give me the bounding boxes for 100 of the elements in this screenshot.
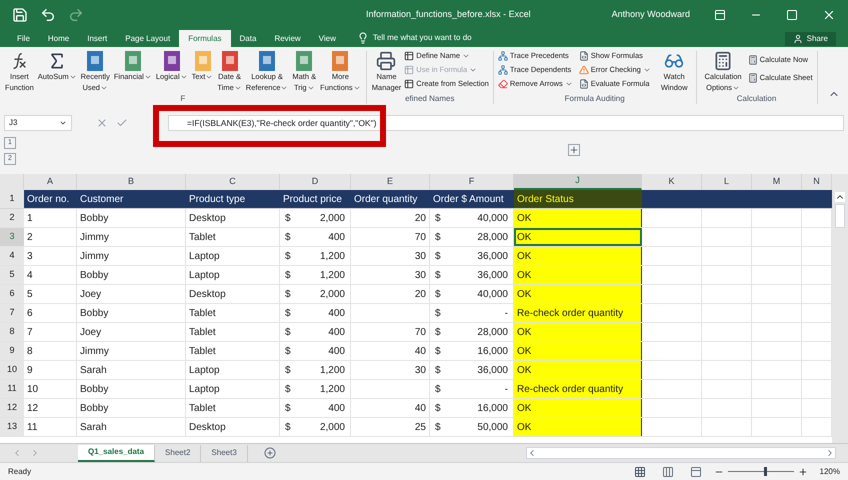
table-cell: Sarah: [77, 418, 186, 436]
status-cell[interactable]: OK: [514, 361, 642, 379]
table-cell: Laptop: [186, 361, 280, 379]
column-header[interactable]: J: [514, 174, 642, 190]
ribbon-tab[interactable]: Data: [230, 30, 266, 47]
enter-icon[interactable]: [116, 117, 128, 129]
currency-sign: $: [435, 420, 441, 434]
row-header[interactable]: 6: [0, 285, 24, 303]
table-cell: Desktop: [186, 285, 280, 303]
currency-sign: $: [435, 364, 441, 378]
currency-sign: $: [285, 306, 291, 320]
row-header[interactable]: 11: [0, 380, 24, 398]
status-cell[interactable]: OK: [514, 228, 642, 246]
close-icon[interactable]: [822, 8, 836, 22]
page-layout-view-icon[interactable]: [662, 466, 674, 478]
vertical-scrollbar[interactable]: [832, 174, 848, 443]
scroll-up-icon[interactable]: [835, 192, 845, 202]
row-header[interactable]: 1: [0, 190, 24, 208]
table-cell-text: 400: [328, 402, 345, 416]
table-cell-text: 20: [414, 288, 426, 302]
maximize-icon[interactable]: [786, 9, 798, 21]
ribbon-tab[interactable]: File: [8, 30, 39, 47]
row-header[interactable]: 3: [0, 228, 24, 246]
currency-sign: $: [435, 268, 441, 282]
table-cell: Bobby: [77, 399, 186, 417]
currency-sign: $: [285, 364, 291, 378]
row-header[interactable]: 13: [0, 418, 24, 436]
table-cell: Tablet: [186, 304, 280, 322]
table-cell: Bobby: [77, 266, 186, 284]
status-cell[interactable]: OK: [514, 399, 642, 417]
row-header[interactable]: 12: [0, 399, 24, 417]
zoom-in-icon[interactable]: [798, 466, 808, 476]
expand-icon[interactable]: [568, 144, 580, 156]
status-cell[interactable]: Re-check order quantity: [514, 380, 642, 398]
currency-sign: $: [435, 230, 441, 244]
ribbon-tab[interactable]: Page Layout: [116, 30, 180, 47]
ribbon-tab[interactable]: Insert: [78, 30, 116, 47]
table-cell-text: 1,200: [320, 364, 345, 378]
status-cell[interactable]: OK: [514, 323, 642, 341]
row-header[interactable]: 8: [0, 323, 24, 341]
row-header[interactable]: 7: [0, 304, 24, 322]
scroll-thumb[interactable]: [835, 204, 845, 228]
table-cell-text: 40,000: [477, 212, 508, 226]
status-cell[interactable]: OK: [514, 342, 642, 360]
cancel-icon[interactable]: [96, 117, 108, 129]
table-cell-text: 2,000: [320, 420, 345, 434]
caret-icon: [100, 84, 108, 92]
row-header[interactable]: 2: [0, 209, 24, 227]
table-cell-text: 70: [414, 326, 426, 340]
user-name: Anthony Woodward: [612, 8, 690, 22]
table-cell-text: 40: [414, 402, 426, 416]
zoom-thumb[interactable]: [764, 467, 767, 476]
status-cell[interactable]: Re-check order quantity: [514, 304, 642, 322]
status-cell[interactable]: OK: [514, 209, 642, 227]
table-cell-text: -: [504, 382, 508, 396]
ribbon-tab[interactable]: Home: [38, 30, 78, 47]
group-label: efined Names: [405, 94, 454, 104]
ribbon-tab[interactable]: Formulas: [179, 30, 231, 47]
table-cell: 2: [24, 228, 77, 246]
currency-sign: $: [285, 402, 291, 416]
table-cell-text: 36,000: [477, 364, 508, 378]
ribbon-tab[interactable]: Review: [265, 30, 310, 47]
table-cell-text: 400: [328, 344, 345, 358]
table-cell-text: 400: [328, 306, 345, 320]
table-cell-text: 30: [414, 364, 426, 378]
table-icon: [404, 79, 414, 89]
table-cell-text: 40: [414, 344, 426, 358]
header-cell-text: Order no.: [26, 192, 70, 206]
row-header[interactable]: 4: [0, 247, 24, 265]
normal-view-icon[interactable]: [634, 466, 646, 478]
lightbulb-icon: [356, 32, 369, 44]
caret-icon: [306, 84, 315, 92]
tell-me-field[interactable]: Tell me what you want to do: [372, 32, 472, 44]
sheet-tab[interactable]: Q1_sales_data: [78, 444, 156, 462]
horizontal-scrollbar[interactable]: [526, 447, 836, 459]
add-sheet-icon[interactable]: [264, 447, 276, 459]
header-cell-text: Order $ Amount: [432, 192, 505, 206]
row-header[interactable]: 9: [0, 342, 24, 360]
status-cell[interactable]: OK: [514, 266, 642, 284]
table-cell: Laptop: [186, 266, 280, 284]
ribbon-display-icon[interactable]: [714, 9, 726, 21]
table-cell: 3: [24, 247, 77, 265]
table-cell-text: -: [504, 306, 508, 320]
table-cell-text: 30: [414, 268, 426, 282]
name-box[interactable]: J3: [4, 115, 72, 131]
currency-sign: $: [435, 402, 441, 416]
ribbon-tab[interactable]: View: [310, 30, 345, 47]
row-header[interactable]: 10: [0, 361, 24, 379]
save-icon[interactable]: [12, 7, 28, 23]
formula-field[interactable]: =IF(ISBLANK(E3),"Re-check order quantity","OK"): [168, 115, 844, 131]
status-cell[interactable]: OK: [514, 285, 642, 303]
status-cell[interactable]: OK: [514, 418, 642, 436]
header-cell-text: Customer: [79, 192, 124, 206]
table-cell: 12: [24, 399, 77, 417]
share-button[interactable]: Share: [784, 32, 836, 46]
status-cell[interactable]: OK: [514, 247, 642, 265]
row-header[interactable]: 5: [0, 266, 24, 284]
page-break-view-icon[interactable]: [690, 466, 702, 478]
table-cell: Jimmy: [77, 228, 186, 246]
undo-icon[interactable]: [40, 7, 56, 23]
